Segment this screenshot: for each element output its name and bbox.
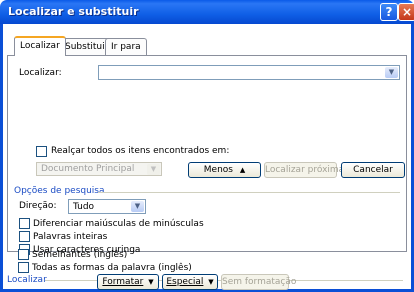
whole-words-checkbox[interactable] [19, 231, 30, 242]
sounds-like-label: Semelhantes (inglês) [32, 250, 128, 260]
chevron-down-icon[interactable]: ▼ [147, 164, 160, 175]
match-case-checkbox[interactable] [19, 218, 30, 229]
highlight-scope-dropdown[interactable]: Documento Principal ▼ [36, 162, 162, 176]
all-word-forms-label: Todas as formas da palavra (inglês) [32, 263, 192, 273]
direction-label: Direção: [19, 201, 57, 211]
title-bar[interactable]: Localizar e substituir ? × [0, 0, 414, 24]
less-button[interactable]: Menos ▲ [188, 162, 261, 178]
sounds-like-checkbox[interactable] [18, 249, 29, 260]
special-button-label: Especial [166, 277, 204, 287]
chevron-down-icon[interactable]: ▼ [385, 67, 398, 78]
help-icon: ? [385, 5, 393, 19]
format-button[interactable]: Formatar ▼ [97, 274, 159, 290]
find-input[interactable]: ▼ [98, 65, 400, 80]
close-icon: × [401, 5, 413, 19]
help-button[interactable]: ? [380, 3, 398, 21]
cancel-button[interactable]: Cancelar [341, 162, 405, 178]
chevron-down-icon[interactable]: ▼ [131, 201, 144, 212]
less-button-label: Menos [203, 165, 233, 175]
highlight-checkbox[interactable] [36, 146, 47, 157]
window-title: Localizar e substituir [8, 5, 139, 18]
direction-value: Tudo [73, 202, 95, 212]
search-options-divider [98, 192, 400, 193]
chevron-down-icon: ▼ [208, 278, 214, 286]
highlight-scope-value: Documento Principal [41, 164, 135, 174]
chevron-down-icon: ▼ [148, 278, 154, 286]
format-button-label: Formatar [102, 277, 144, 287]
whole-words-label: Palavras inteiras [33, 232, 108, 242]
tab-panel: Localizar: ▼ Realçar todos os itens enco… [7, 55, 407, 255]
find-next-button[interactable]: Localizar próxima [264, 162, 344, 178]
triangle-up-icon: ▲ [239, 166, 246, 174]
tab-localizar[interactable]: Localizar [14, 36, 66, 56]
search-options-title: Opções de pesquisa [14, 186, 105, 196]
highlight-label: Realçar todos os itens encontrados em: [51, 146, 230, 156]
close-button[interactable]: × [398, 3, 414, 21]
no-format-button[interactable]: Sem formatação [221, 274, 296, 290]
direction-dropdown[interactable]: Tudo ▼ [68, 199, 146, 214]
all-word-forms-checkbox[interactable] [18, 262, 29, 273]
dialog-client: Localizar Substituir Ir para Localizar: … [3, 24, 411, 290]
find-label: Localizar: [19, 68, 62, 78]
match-case-label: Diferenciar maiúsculas de minúsculas [33, 219, 204, 229]
find-section-title: Localizar [7, 275, 47, 285]
tab-ir-para[interactable]: Ir para [105, 38, 147, 55]
special-button[interactable]: Especial ▼ [162, 274, 218, 290]
